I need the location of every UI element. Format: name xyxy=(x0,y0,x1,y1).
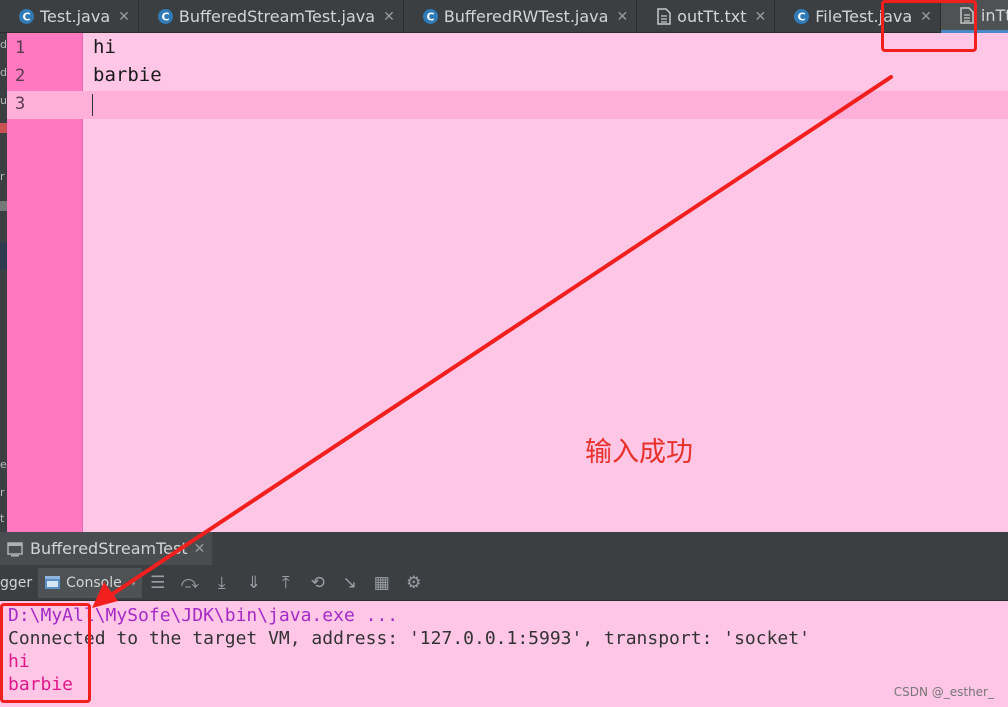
tab-outtt-txt[interactable]: outTt.txt ✕ xyxy=(637,0,776,33)
run-tab-label: BufferedStreamTest xyxy=(30,539,188,558)
close-icon[interactable]: ✕ xyxy=(755,9,767,25)
tab-bufferedstreamtest-java[interactable]: C BufferedStreamTest.java ✕ xyxy=(139,0,404,33)
text-editor[interactable]: hi barbie xyxy=(83,33,1008,532)
code-line[interactable]: barbie xyxy=(93,64,162,86)
tab-label: outTt.txt xyxy=(677,7,747,26)
menu-lines-icon[interactable]: ☰ xyxy=(142,565,174,601)
debugger-tab-label[interactable]: gger xyxy=(0,575,32,591)
text-caret xyxy=(92,94,93,116)
java-class-icon: C xyxy=(18,8,35,25)
line-number: 1 xyxy=(15,38,26,58)
strip-mark: d xyxy=(0,66,7,79)
step-over-icon[interactable]: ⤼ xyxy=(174,565,206,601)
error-marker xyxy=(0,123,7,133)
step-into-icon[interactable]: ⤓ xyxy=(206,565,238,601)
strip-mark: e xyxy=(0,458,7,471)
line-number: 2 xyxy=(15,66,26,86)
text-file-icon xyxy=(655,8,672,25)
code-line[interactable]: hi xyxy=(93,36,116,58)
current-line-highlight xyxy=(83,91,1008,119)
strip-mark: r xyxy=(0,486,5,499)
close-icon[interactable]: ✕ xyxy=(118,9,130,25)
chevron-right-icon: → xyxy=(125,575,136,590)
trace-settings-icon[interactable]: ⚙ xyxy=(398,565,430,601)
editor-tab-bar: C Test.java ✕ C BufferedStreamTest.java … xyxy=(0,0,1008,33)
line-number-gutter: 1 2 3 xyxy=(7,33,83,532)
tab-label: inTt.txt xyxy=(980,5,1008,25)
console-output[interactable]: D:\MyAll\MySofe\JDK\bin\java.exe ... Con… xyxy=(0,601,1008,707)
tab-label: BufferedStreamTest.java xyxy=(178,7,376,26)
step-out-icon[interactable]: ⤒ xyxy=(270,565,302,601)
strip-marker xyxy=(0,201,7,211)
strip-mark: u xyxy=(0,94,7,107)
annotation-text: 输入成功 xyxy=(585,437,693,468)
line-number: 3 xyxy=(15,94,26,114)
strip-mark: t xyxy=(0,512,5,525)
run-to-cursor-icon[interactable]: ↘ xyxy=(334,565,366,601)
console-line: barbie xyxy=(8,674,74,695)
svg-text:C: C xyxy=(426,11,434,24)
evaluate-table-icon[interactable]: ▦ xyxy=(366,565,398,601)
tab-highlight-box xyxy=(881,0,977,52)
watermark: CSDN @_esther_ xyxy=(893,685,994,699)
strip-mark: r xyxy=(0,170,5,183)
close-icon[interactable]: ✕ xyxy=(383,9,395,25)
run-tab[interactable]: BufferedStreamTest ✕ xyxy=(0,532,212,565)
run-toolbar: gger Console → ☰ ⤼ ⤓ ⇓ ⤒ ⟲ ↘ ▦ ⚙ xyxy=(0,565,1008,601)
strip-mark: d xyxy=(0,38,7,51)
svg-text:C: C xyxy=(161,11,169,24)
run-panel-header: BufferedStreamTest ✕ xyxy=(0,532,1008,565)
console-highlight-box xyxy=(0,603,91,703)
tab-test-java[interactable]: C Test.java ✕ xyxy=(0,0,139,33)
strip-marker xyxy=(0,243,7,269)
java-class-icon: C xyxy=(157,8,174,25)
console-icon xyxy=(44,574,61,591)
drop-frame-icon[interactable]: ⟲ xyxy=(302,565,334,601)
project-tool-strip[interactable]: d d u r e r t xyxy=(0,33,7,532)
console-tab[interactable]: Console → xyxy=(38,567,142,598)
tab-label: BufferedRWTest.java xyxy=(443,7,609,26)
java-class-icon: C xyxy=(422,8,439,25)
console-line: Connected to the target VM, address: '12… xyxy=(8,628,810,649)
run-config-icon xyxy=(6,540,24,558)
console-tab-label: Console xyxy=(66,574,122,591)
close-icon[interactable]: ✕ xyxy=(616,9,628,25)
svg-text:C: C xyxy=(798,11,806,24)
console-line: D:\MyAll\MySofe\JDK\bin\java.exe ... xyxy=(8,605,399,626)
java-class-icon: C xyxy=(793,8,810,25)
tab-label: Test.java xyxy=(40,7,111,26)
console-line: hi xyxy=(8,651,30,672)
close-icon[interactable]: ✕ xyxy=(194,541,206,557)
force-step-into-icon[interactable]: ⇓ xyxy=(238,565,270,601)
tab-bufferedrwtest-java[interactable]: C BufferedRWTest.java ✕ xyxy=(404,0,638,33)
svg-text:C: C xyxy=(22,11,30,24)
